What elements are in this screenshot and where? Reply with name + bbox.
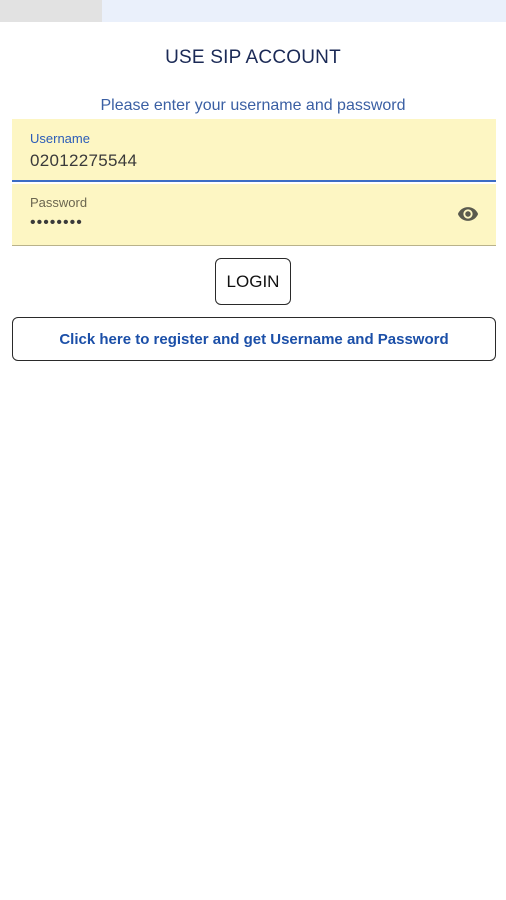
- login-button[interactable]: LOGIN: [215, 258, 291, 305]
- username-field[interactable]: Username 02012275544: [12, 119, 496, 182]
- tab-left[interactable]: [0, 0, 102, 22]
- top-tab-strip: [0, 0, 506, 22]
- tab-right[interactable]: [102, 0, 506, 22]
- password-label: Password: [30, 195, 88, 210]
- username-input[interactable]: 02012275544: [30, 151, 137, 171]
- instructions-text: Please enter your username and password: [100, 97, 406, 114]
- register-button[interactable]: Click here to register and get Username …: [12, 317, 496, 361]
- page-title: USE SIP ACCOUNT: [165, 47, 341, 68]
- eye-icon[interactable]: [454, 203, 482, 225]
- password-input[interactable]: ••••••••: [30, 214, 83, 232]
- username-label: Username: [30, 131, 90, 146]
- password-field[interactable]: Password ••••••••: [12, 184, 496, 246]
